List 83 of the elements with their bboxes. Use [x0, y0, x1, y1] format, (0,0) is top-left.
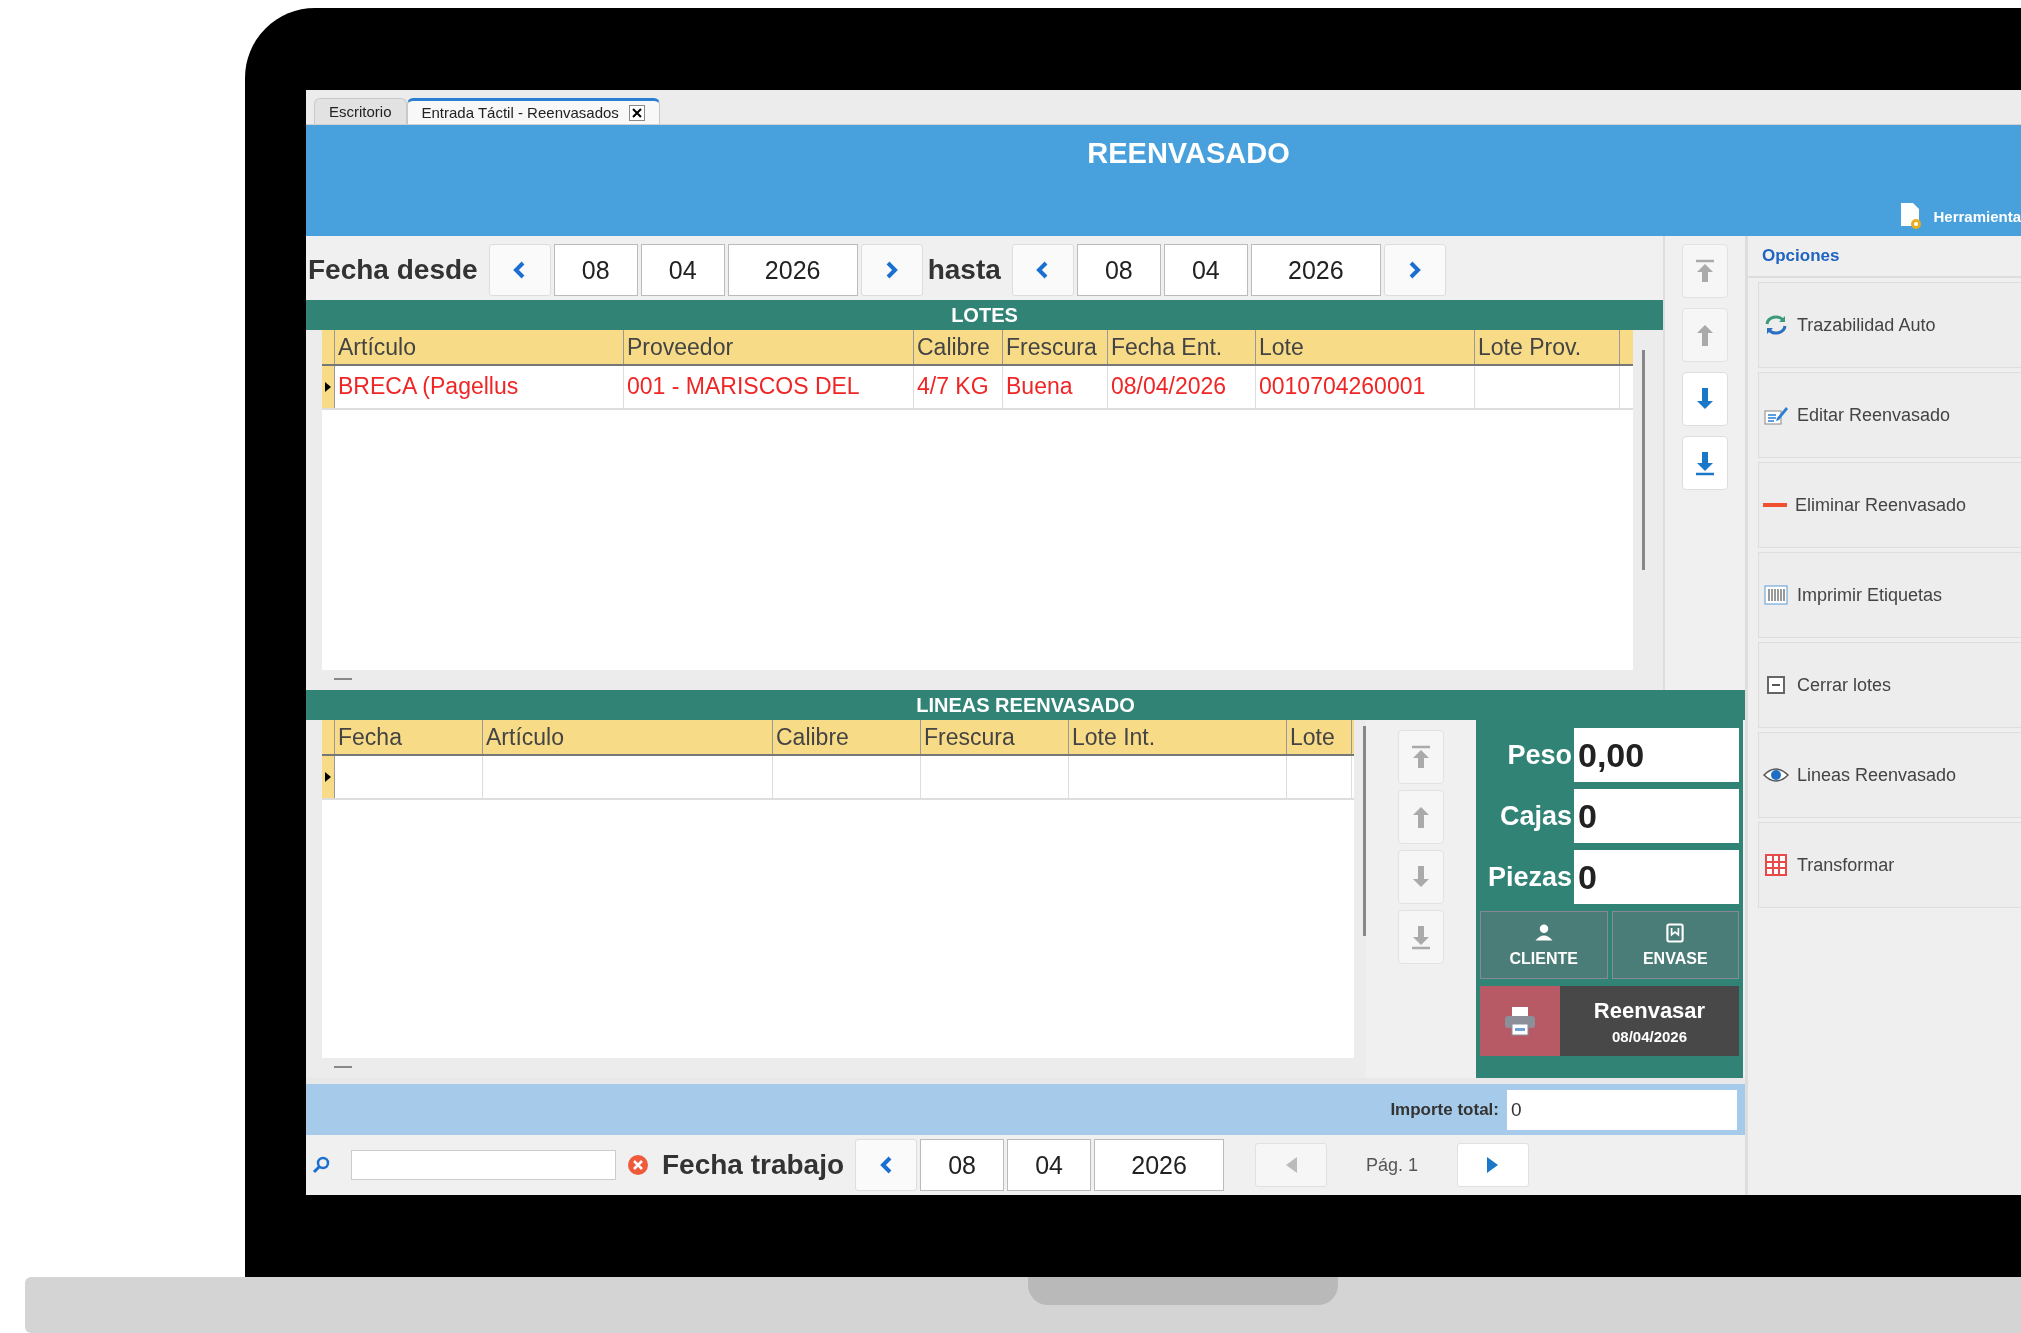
document-gear-icon [1899, 202, 1924, 230]
column-header[interactable]: Lote [1256, 330, 1475, 364]
date-from-label: Fecha desde [308, 254, 478, 286]
total-label: Importe total: [1390, 1099, 1499, 1120]
column-header[interactable]: Lote Prov. [1475, 330, 1620, 364]
column-header[interactable]: Calibre [773, 720, 921, 754]
column-header[interactable]: Calibre [914, 330, 1003, 364]
option-button[interactable]: Imprimir Etiquetas [1758, 552, 2021, 638]
chevron-left-icon [1036, 261, 1050, 279]
search-field[interactable] [351, 1150, 616, 1180]
tab[interactable]: Entrada Táctil - Reenvasados [406, 98, 660, 124]
barcode-icon [1763, 582, 1789, 608]
year-field[interactable]: 2026 [1250, 244, 1381, 296]
month-field[interactable]: 04 [640, 244, 725, 296]
previous-date-button[interactable] [488, 244, 551, 296]
table-cell: 4/7 KG [914, 366, 1003, 408]
option-button[interactable]: Cerrar lotes [1758, 642, 2021, 728]
input-field[interactable]: 0,00 [1574, 728, 1739, 782]
section-header: LINEAS REENVASADO [306, 690, 1745, 720]
chevron-right-icon [885, 261, 899, 279]
refresh-icon [1763, 312, 1789, 338]
next-date-button[interactable] [860, 244, 923, 296]
chevron-left-icon [879, 1156, 893, 1174]
clear-icon[interactable] [627, 1154, 649, 1176]
scrollbar[interactable] [1363, 726, 1366, 936]
option-button[interactable]: Editar Reenvasado [1758, 372, 2021, 458]
field-label: Piezas [1486, 861, 1572, 893]
client-button[interactable]: CLIENTE [1480, 911, 1608, 979]
grid-icon [1763, 852, 1789, 878]
year-field[interactable]: 2026 [727, 244, 858, 296]
option-button[interactable]: Trazabilidad Auto [1758, 282, 2021, 368]
print-button[interactable] [1480, 986, 1560, 1056]
column-header[interactable]: Proveedor [624, 330, 914, 364]
day-field[interactable]: 08 [920, 1139, 1005, 1191]
chevron-left-icon [513, 261, 527, 279]
options-header: Opciones [1748, 236, 2021, 278]
box-icon [1664, 922, 1687, 944]
year-field[interactable]: 2026 [1094, 1139, 1225, 1191]
column-header[interactable]: Frescura [1003, 330, 1108, 364]
chevron-right-icon [1408, 261, 1422, 279]
column-header[interactable]: Fecha [335, 720, 483, 754]
month-field[interactable]: 04 [1163, 244, 1248, 296]
column-header[interactable]: Fecha Ent. [1108, 330, 1256, 364]
table-cell: Buena [1003, 366, 1108, 408]
day-field[interactable]: 08 [1076, 244, 1161, 296]
option-button[interactable]: Lineas Reenvasado [1758, 732, 2021, 818]
next-page-button[interactable] [1457, 1143, 1530, 1187]
next-date-button[interactable] [1383, 244, 1446, 296]
column-header[interactable]: Artículo [483, 720, 773, 754]
search-icon [312, 1155, 332, 1175]
minus-icon [1763, 503, 1787, 507]
column-header[interactable]: Lote [1287, 720, 1352, 754]
total-field[interactable]: 0 [1507, 1089, 1737, 1130]
container-button[interactable]: ENVASE [1611, 911, 1739, 979]
option-button[interactable]: Eliminar Reenvasado [1758, 462, 2021, 548]
table-cell: 08/04/2026 [1108, 366, 1256, 408]
table-cell: BRECA (Pagellus [335, 366, 624, 408]
repack-button[interactable]: Reenvasar 08/04/2026 [1560, 986, 1739, 1056]
scrollbar[interactable] [1642, 350, 1645, 570]
section-header: LOTES [306, 300, 1663, 330]
printer-icon [1503, 1004, 1537, 1038]
page-title: REENVASADO [1087, 137, 1290, 171]
column-header[interactable]: Frescura [921, 720, 1069, 754]
field-label: Cajas [1498, 800, 1572, 832]
table-cell: 0010704260001 [1256, 366, 1475, 408]
input-field[interactable]: 0 [1574, 850, 1739, 904]
date-to-label: hasta [927, 254, 1001, 286]
previous-date-button[interactable] [1011, 244, 1074, 296]
field-label: Peso [1506, 739, 1572, 771]
scroll-button[interactable] [1682, 372, 1728, 426]
column-header[interactable]: Artículo [335, 330, 624, 364]
scroll-button[interactable] [1682, 436, 1728, 490]
column-header[interactable]: Lote Int. [1069, 720, 1287, 754]
tab[interactable]: Escritorio [314, 98, 407, 124]
input-field[interactable]: 0 [1574, 789, 1739, 843]
page-number: Pág. 1 [1365, 1154, 1420, 1176]
table-cell: 001 - MARISCOS DEL [624, 366, 914, 408]
day-field[interactable]: 08 [553, 244, 638, 296]
work-date-label: Fecha trabajo [662, 1149, 845, 1181]
previous-date-button[interactable] [855, 1139, 918, 1191]
close-icon[interactable] [628, 104, 645, 121]
month-field[interactable]: 04 [1007, 1139, 1092, 1191]
option-button[interactable]: Transformar [1758, 822, 2021, 908]
